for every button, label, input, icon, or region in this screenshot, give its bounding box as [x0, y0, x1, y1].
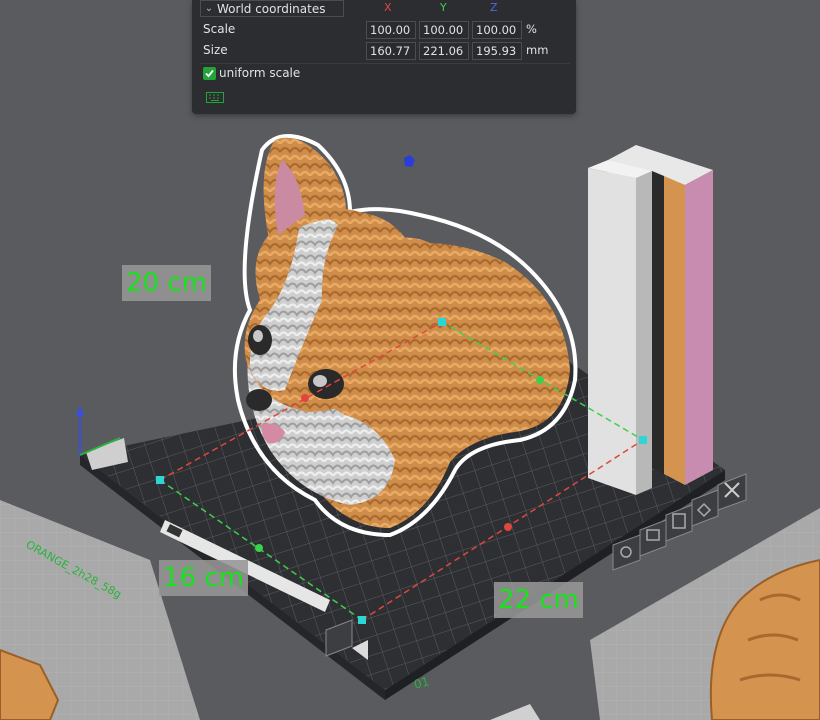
- coordinate-system-label: World coordinates: [217, 1, 326, 16]
- width-dimension-label: 16 cm: [159, 560, 248, 596]
- prime-tower[interactable]: [588, 145, 713, 495]
- coordinate-system-dropdown[interactable]: ⌄ World coordinates: [200, 0, 344, 17]
- scale-x-input[interactable]: [366, 21, 416, 39]
- uniform-scale-label: uniform scale: [219, 66, 301, 80]
- size-label: Size: [203, 43, 228, 57]
- depth-dimension-label: 22 cm: [494, 582, 583, 618]
- scale-z-input[interactable]: [472, 21, 522, 39]
- measure-handle[interactable]: [639, 436, 647, 444]
- panel-divider: [200, 63, 570, 64]
- scale-unit: %: [526, 22, 537, 36]
- chevron-down-icon: ⌄: [204, 3, 214, 14]
- scale-y-input[interactable]: [419, 21, 469, 39]
- height-dimension-label: 20 cm: [122, 265, 211, 301]
- object-coordinates-panel: ⌄ World coordinates X Y Z Scale % Size m…: [192, 0, 576, 114]
- axis-label-z: Z: [490, 1, 498, 14]
- uniform-scale-checkbox[interactable]: [203, 67, 216, 80]
- size-x-input[interactable]: [366, 42, 416, 60]
- measure-handle[interactable]: [358, 616, 366, 624]
- keyboard-icon[interactable]: [206, 92, 224, 103]
- axis-label-y: Y: [440, 1, 447, 14]
- size-y-input[interactable]: [419, 42, 469, 60]
- axis-label-x: X: [384, 1, 392, 14]
- size-unit: mm: [526, 43, 549, 57]
- measure-handle[interactable]: [156, 476, 164, 484]
- checkmark-icon: [205, 69, 214, 78]
- measure-handle[interactable]: [438, 318, 446, 326]
- size-z-input[interactable]: [472, 42, 522, 60]
- z-scale-handle[interactable]: [404, 155, 415, 167]
- scale-label: Scale: [203, 22, 236, 36]
- adjacent-plate-bottom: [490, 704, 540, 720]
